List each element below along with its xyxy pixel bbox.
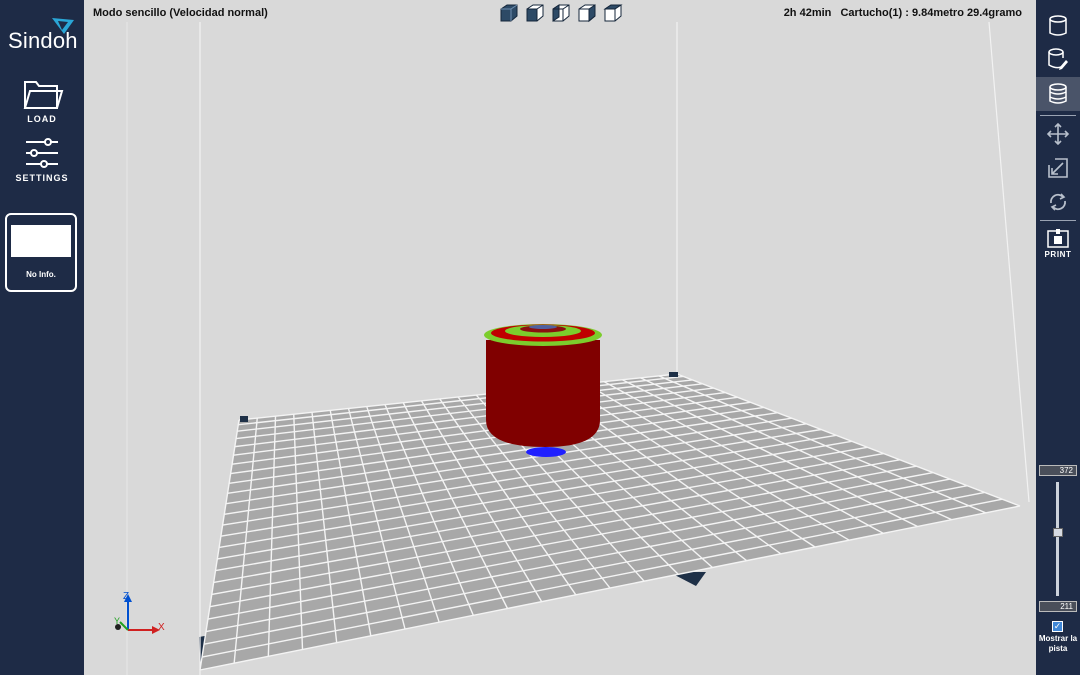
- print-label: PRINT: [1044, 250, 1072, 259]
- printed-model[interactable]: [484, 324, 602, 457]
- view-right-icon[interactable]: [576, 3, 598, 23]
- move-icon: [1046, 122, 1070, 146]
- view-front-icon[interactable]: [524, 3, 546, 23]
- toolbar-separator: [1040, 220, 1076, 221]
- axis-z-label: Z: [123, 591, 129, 602]
- show-path-label: Mostrar la pista: [1038, 634, 1078, 653]
- 3d-viewport[interactable]: Z X Y Modo sencillo (Velocidad normal) 2…: [84, 0, 1036, 675]
- bed-corner-marker: [669, 372, 678, 377]
- model-wall: [486, 340, 600, 447]
- layers-button[interactable]: [1036, 77, 1080, 111]
- settings-label: SETTINGS: [15, 173, 69, 183]
- brand-logo: Sindoh: [8, 28, 78, 53]
- print-stats: 2h 42min Cartucho(1) : 9.84metro 29.4gra…: [778, 7, 1022, 19]
- frame-line: [988, 21, 1030, 503]
- layer-min-value[interactable]: 211: [1039, 601, 1077, 612]
- load-button[interactable]: LOAD: [0, 74, 84, 126]
- move-button[interactable]: [1036, 117, 1080, 151]
- left-toolbar: Sindoh LOAD SETTINGS No Info.: [0, 0, 84, 675]
- scale-button[interactable]: [1036, 151, 1080, 185]
- scale-icon: [1048, 158, 1068, 178]
- cartridge-info-card[interactable]: No Info.: [5, 213, 77, 292]
- right-toolbar: PRINT 372 211 ✓ Mostrar la pista: [1036, 0, 1080, 675]
- cartridge-usage: Cartucho(1) : 9.84metro 29.4gramo: [840, 7, 1022, 19]
- load-label: LOAD: [27, 114, 57, 124]
- print-time: 2h 42min: [783, 7, 832, 19]
- build-volume-scene: Z X Y: [114, 21, 1030, 675]
- layer-max-value[interactable]: 372: [1039, 465, 1077, 476]
- sliders-icon: [26, 138, 58, 168]
- settings-button[interactable]: SETTINGS: [0, 136, 84, 184]
- cylinder-icon: [1049, 15, 1067, 36]
- bed-corner-marker: [240, 416, 248, 422]
- cylinder-edit-icon: [1048, 48, 1068, 70]
- print-mode-label: Modo sencillo (Velocidad normal): [93, 7, 268, 19]
- rotate-button[interactable]: [1036, 185, 1080, 219]
- axis-y-label: Y: [114, 616, 120, 626]
- print-icon: [1047, 229, 1069, 248]
- view-cube-toolbar: [498, 3, 624, 23]
- cartridge-color-swatch: [11, 225, 71, 257]
- view-top-icon[interactable]: [602, 3, 624, 23]
- folder-icon: [23, 81, 64, 109]
- rotate-icon: [1050, 193, 1066, 211]
- axis-x-label: X: [158, 622, 165, 633]
- cartridge-info-text: No Info.: [26, 270, 56, 279]
- cylinder-edit-button[interactable]: [1036, 43, 1080, 77]
- toolbar-separator: [1040, 115, 1076, 116]
- view-solid-icon[interactable]: [498, 3, 520, 23]
- layer-slider-thumb[interactable]: [1053, 528, 1063, 537]
- cylinder-button[interactable]: [1036, 9, 1080, 43]
- layer-slider-track[interactable]: [1056, 482, 1059, 596]
- layers-icon: [1049, 83, 1067, 104]
- axis-gizmo: Z X Y: [114, 591, 165, 634]
- show-path-checkbox[interactable]: ✓: [1052, 621, 1063, 632]
- model-base-layer: [526, 447, 566, 457]
- view-left-icon[interactable]: [550, 3, 572, 23]
